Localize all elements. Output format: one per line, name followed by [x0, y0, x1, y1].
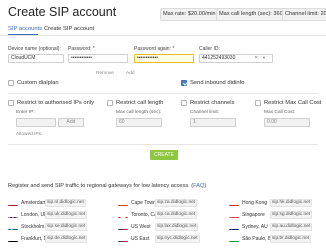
caller-id-value: 441252493030 — [202, 55, 236, 61]
max-call-length-label: Max call length (sec): — [116, 110, 162, 115]
tabs-divider — [0, 35, 326, 36]
section-divider — [8, 93, 318, 94]
flag-ca-icon — [118, 211, 128, 218]
gateway-city: Hong Kong — [242, 199, 268, 206]
device-name-input[interactable]: CloudUCM — [8, 54, 64, 63]
flag-us-icon — [118, 235, 128, 242]
send-inbound-didinfo-checkbox[interactable] — [181, 80, 187, 86]
restrict-max-call-cost-checkbox[interactable] — [255, 100, 261, 106]
gateway-host[interactable]: sip.sg.didlogic.net — [270, 211, 313, 219]
caller-id-label: Caller ID: — [199, 46, 220, 52]
faq-link[interactable]: FAQ — [193, 183, 204, 189]
gateway-city: US West — [131, 223, 151, 230]
enter-ip-label: Enter IP: — [16, 110, 35, 115]
max-call-length-input[interactable]: 60 — [116, 118, 162, 127]
chevron-down-icon[interactable]: ▼ — [262, 55, 266, 60]
allowed-ips-label: Allowed IPs: — [16, 132, 43, 137]
add-ip-button[interactable]: Add — [58, 118, 84, 127]
channel-limit-badge: Channel limit: 20 — [282, 8, 326, 21]
password-again-input[interactable]: •••••••••••• — [134, 54, 194, 63]
channel-limit-input[interactable]: 1 — [190, 118, 236, 127]
gateway-host[interactable]: sip.uk.didlogic.net — [45, 211, 88, 219]
restrict-max-call-cost-label: Restrict Max Call Cost — [264, 100, 322, 106]
flag-au-icon — [229, 223, 239, 230]
restrict-call-length-checkbox[interactable] — [107, 100, 113, 106]
gateways-info-end: ) — [204, 183, 207, 189]
create-button[interactable]: CREATE — [150, 150, 178, 160]
flag-sg-icon — [229, 211, 239, 218]
max-call-cost-input[interactable]: 0.00 — [264, 118, 310, 127]
tab-create-sip-account[interactable]: Create SIP account — [44, 26, 94, 32]
device-name-label: Device name (optional): — [8, 46, 61, 52]
gateway-host[interactable]: sip.br.didlogic.net — [270, 235, 312, 243]
restrict-ips-checkbox[interactable] — [8, 100, 14, 106]
restrict-channels-label: Restrict channels — [190, 100, 235, 106]
flag-us-icon — [118, 223, 128, 230]
password-input[interactable]: •••••••••••• — [68, 54, 128, 63]
password-label: Password: * — [68, 46, 95, 52]
send-inbound-didinfo-label: Send inbound didinfo — [190, 80, 245, 86]
restrict-ips-label: Restrict to authorised IPs only — [17, 100, 95, 106]
gateways-info-text: Register and send SIP traffic to regiona… — [8, 183, 194, 189]
section-divider-2 — [8, 144, 318, 145]
flag-de-icon — [8, 235, 18, 242]
gateway-city: Sydney, AU — [242, 223, 268, 230]
gateway-city: Singapore — [242, 211, 265, 218]
max-call-cost-label: Max Call Cost: — [264, 110, 296, 115]
flag-nl-icon — [8, 199, 18, 206]
channel-limit-label: Channel limit: — [190, 110, 220, 115]
custom-dialplan-checkbox[interactable] — [8, 80, 14, 86]
gateway-host[interactable]: sip.ca.didlogic.net — [155, 211, 198, 219]
gateway-city: US East — [131, 235, 150, 242]
remove-link[interactable]: Remove — [96, 71, 114, 76]
enter-ip-input[interactable] — [16, 118, 56, 127]
gateway-host[interactable]: sip.au.didlogic.net — [270, 223, 313, 231]
flag-se-icon — [8, 223, 18, 230]
restrict-call-length-label: Restrict call length — [116, 100, 164, 106]
custom-dialplan-label: Custom dialplan — [17, 80, 59, 86]
clear-icon[interactable]: ✕ — [254, 55, 258, 61]
flag-uk-icon — [8, 211, 18, 218]
flag-br-icon — [229, 235, 239, 242]
restrict-channels-checkbox[interactable] — [181, 100, 187, 106]
gateway-city: London, UK — [21, 211, 48, 218]
password-again-label: Password again: * — [134, 46, 175, 52]
add-link[interactable]: Add — [126, 71, 135, 76]
flag-za-icon — [118, 199, 128, 206]
gateway-host[interactable]: sip.se.didlogic.net — [45, 223, 88, 231]
gateway-city: Toronto, CA — [131, 211, 158, 218]
gateways-info: Register and send SIP traffic to regiona… — [8, 183, 206, 189]
max-rate-badge: Max rate: $20.00/min — [160, 8, 219, 21]
gateway-host[interactable]: sip.de.didlogic.net — [45, 235, 88, 243]
gateway-host[interactable]: sip.hk.didlogic.net — [270, 199, 313, 207]
gateway-host[interactable]: sip.nyc.didlogic.net — [155, 235, 200, 243]
gateway-host[interactable]: sip.nl.didlogic.net — [45, 199, 86, 207]
tab-sip-accounts[interactable]: SIP accounts — [8, 26, 42, 32]
flag-hk-icon — [229, 199, 239, 206]
gateway-host[interactable]: sip.za.didlogic.net — [155, 199, 198, 207]
gateway-host[interactable]: sip.lax.didlogic.net — [155, 223, 199, 231]
max-call-length-badge: Max call length (sec): 3600 — [216, 8, 289, 21]
page-title: Create SIP account — [8, 5, 117, 19]
